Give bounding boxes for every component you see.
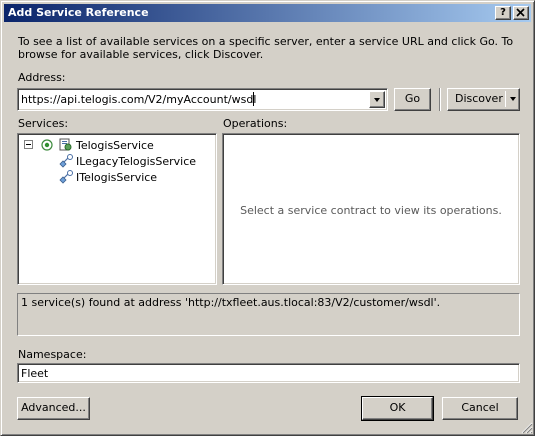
help-button[interactable]: ? (495, 6, 511, 20)
window-title: Add Service Reference (8, 6, 149, 19)
service-status-icon (41, 139, 53, 151)
ok-button[interactable]: OK (361, 396, 434, 421)
collapse-icon[interactable] (24, 140, 33, 149)
tree-root-label: TelogisService (76, 139, 154, 152)
close-icon (516, 8, 525, 17)
interface-icon (59, 170, 73, 184)
services-tree[interactable]: TelogisService ILegacyTelogisService ITe… (17, 133, 217, 285)
services-label: Services: (18, 117, 69, 130)
web-service-icon (59, 138, 72, 151)
namespace-field[interactable]: Fleet (17, 363, 520, 383)
tree-child-label: ILegacyTelogisService (76, 155, 197, 168)
cancel-button[interactable]: Cancel (442, 397, 518, 420)
operations-label: Operations: (223, 117, 288, 130)
go-button[interactable]: Go (394, 88, 431, 111)
status-panel: 1 service(s) found at address 'http://tx… (17, 293, 520, 336)
help-icon: ? (500, 7, 506, 18)
instructions-text: To see a list of available services on a… (18, 35, 514, 61)
operations-list[interactable]: Select a service contract to view its op… (222, 133, 520, 285)
advanced-button[interactable]: Advanced... (17, 397, 90, 420)
add-service-reference-dialog: Add Service Reference ? To see a list of… (0, 0, 535, 436)
operations-placeholder: Select a service contract to view its op… (240, 204, 502, 217)
close-button[interactable] (513, 6, 529, 20)
discover-dropdown-icon[interactable] (510, 97, 516, 101)
discover-button-label: Discover (455, 92, 503, 105)
cancel-button-label: Cancel (461, 401, 499, 414)
resize-grip-icon[interactable] (521, 422, 533, 434)
namespace-label: Namespace: (18, 348, 87, 361)
ok-button-label: OK (389, 401, 406, 414)
advanced-button-label: Advanced... (21, 401, 86, 414)
toolbar-separator (439, 88, 441, 111)
interface-icon (59, 154, 73, 168)
tree-child-label: ITelogisService (76, 171, 158, 184)
go-button-label: Go (404, 92, 421, 105)
address-label: Address: (18, 71, 66, 84)
title-bar[interactable]: Add Service Reference ? (4, 4, 531, 22)
discover-split-button[interactable]: Discover (447, 88, 520, 111)
text-caret (253, 92, 254, 106)
address-dropdown-button[interactable] (369, 91, 385, 108)
namespace-input[interactable]: Fleet (21, 367, 48, 380)
status-text: 1 service(s) found at address 'http://tx… (21, 296, 441, 309)
address-combobox[interactable]: https://api.telogis.com/V2/myAccount/wsd… (17, 88, 388, 111)
chevron-down-icon (374, 98, 380, 102)
address-input[interactable]: https://api.telogis.com/V2/myAccount/wsd… (21, 93, 256, 106)
split-divider (505, 91, 506, 107)
